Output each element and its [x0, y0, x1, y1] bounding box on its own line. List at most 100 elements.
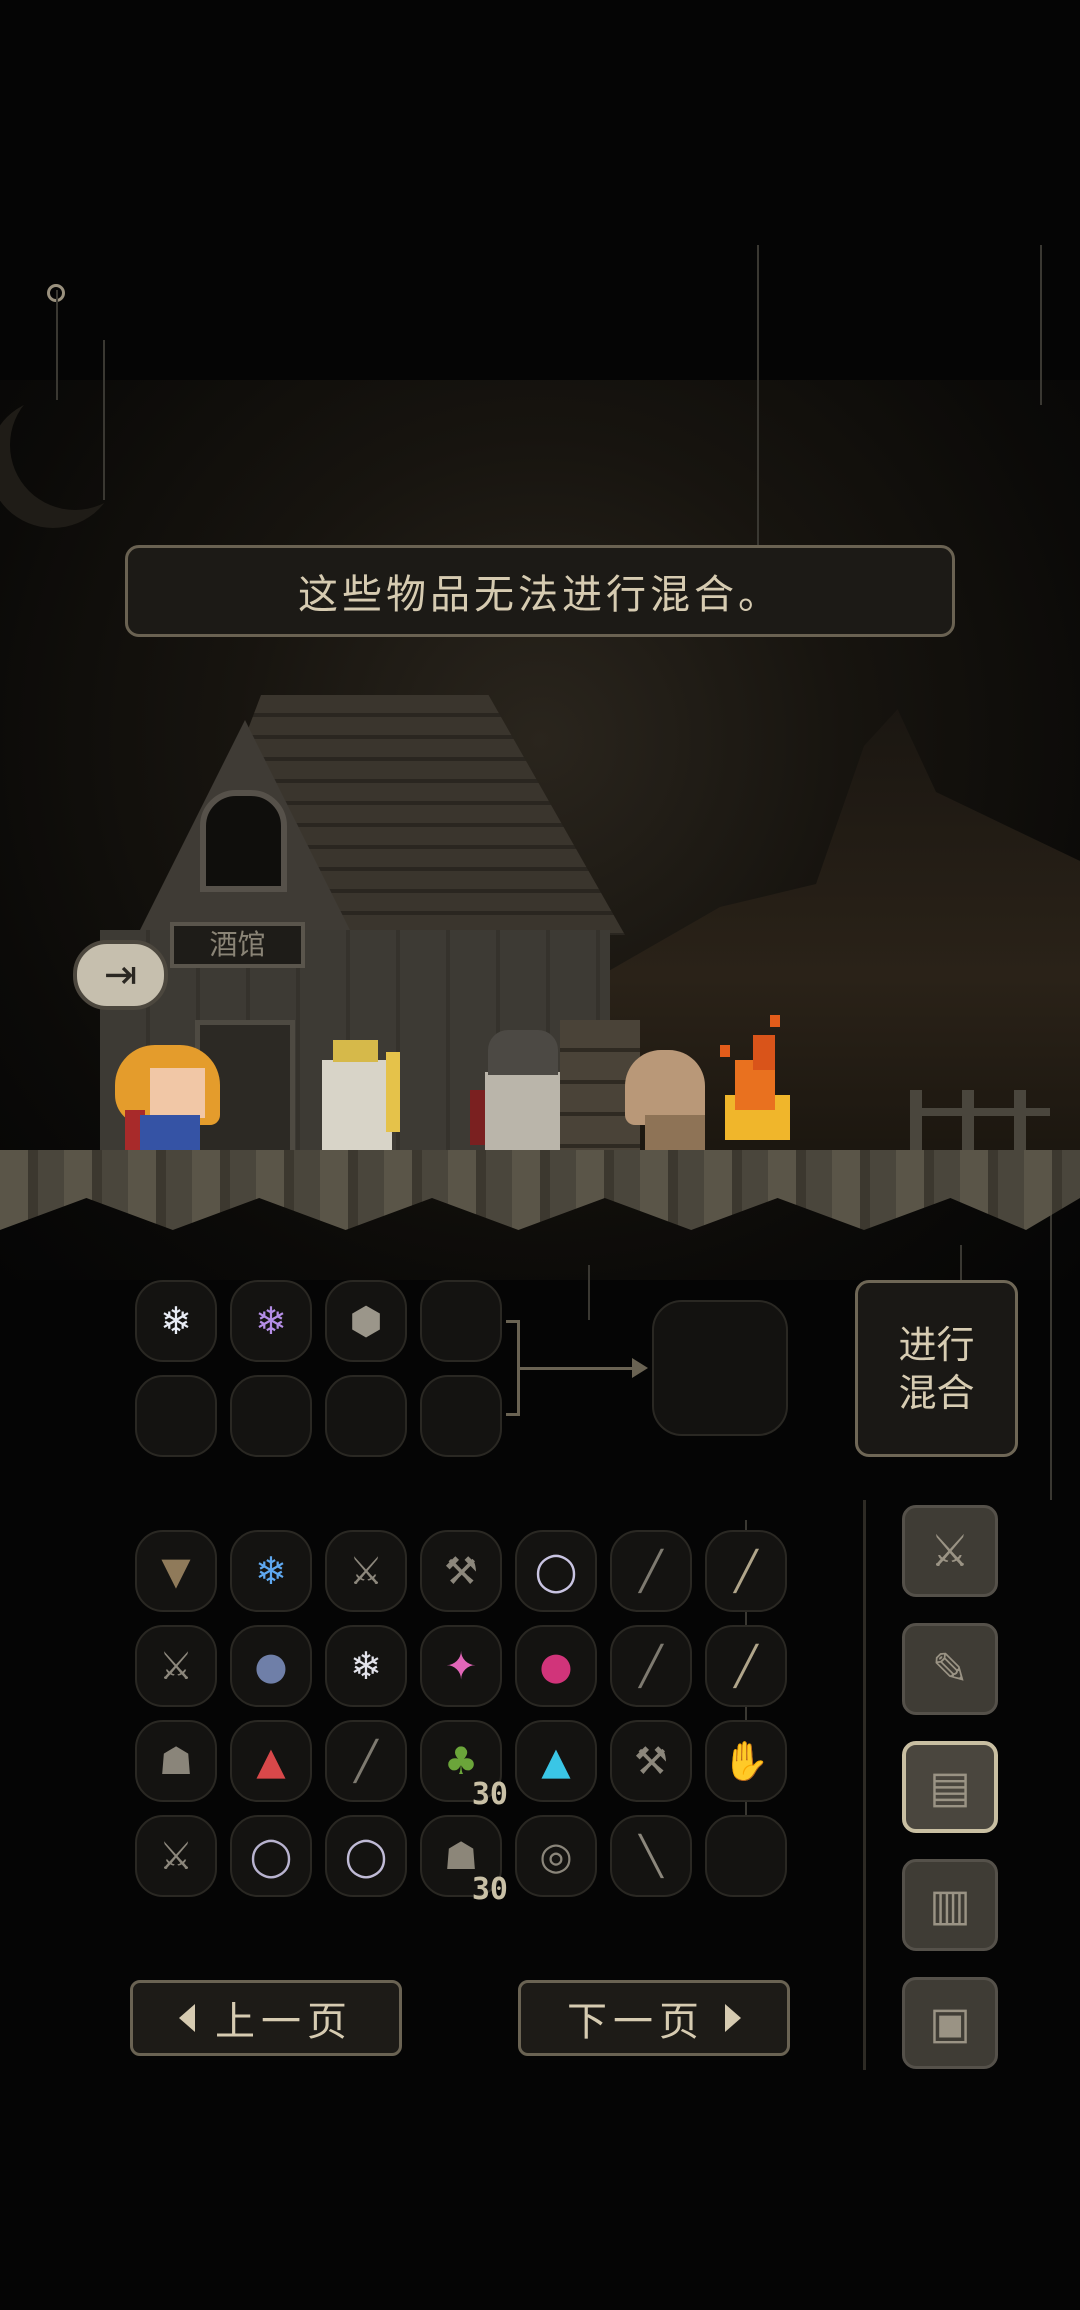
inventory-slot[interactable]: ◯ — [515, 1530, 597, 1612]
cyan-pyramid-icon: ▲ — [541, 1739, 571, 1783]
leather-armor-icon: ▼ — [161, 1549, 191, 1593]
campfire-icon — [715, 1015, 795, 1145]
dagger-icon: ╱ — [734, 1549, 758, 1593]
gauntlet-icon: ✋ — [722, 1738, 770, 1783]
side-tab-map[interactable]: ▤ — [902, 1741, 998, 1833]
rain-streak — [56, 290, 58, 400]
mix-slot-filled[interactable]: ❄ — [135, 1280, 217, 1362]
silver-ring-icon: ◯ — [249, 1834, 293, 1878]
mix-result-slot[interactable] — [652, 1300, 788, 1436]
inventory-slot[interactable]: ╱ — [325, 1720, 407, 1802]
dark-orbs-icon: ● — [254, 1644, 288, 1688]
rain-streak — [103, 340, 105, 500]
mix-button[interactable]: 进行 混合 — [855, 1280, 1018, 1457]
mix-slot-filled[interactable]: ⬢ — [325, 1280, 407, 1362]
villager-hair — [625, 1050, 705, 1125]
inventory-slot[interactable]: ╱ — [610, 1530, 692, 1612]
inventory-slot[interactable]: ● — [515, 1625, 597, 1707]
documents-icon: ▥ — [929, 1879, 971, 1931]
skull-helm-icon: ☗ — [158, 1739, 194, 1783]
map-icon: ▤ — [929, 1761, 971, 1813]
silver-ring-icon: ◯ — [344, 1834, 388, 1878]
inventory-slot-empty[interactable] — [705, 1815, 787, 1897]
inventory-slot[interactable]: ☗ — [135, 1720, 217, 1802]
knight-helmet — [488, 1030, 558, 1075]
inventory-slot[interactable]: ⚔ — [325, 1530, 407, 1612]
sword-icon: ╱ — [639, 1644, 663, 1688]
rain-streak — [1040, 245, 1042, 405]
inventory-slot[interactable]: ⚔ — [135, 1625, 217, 1707]
tavern-sign: 酒馆 — [170, 922, 305, 968]
axe-icon: ⚒ — [443, 1549, 479, 1593]
inventory-slot[interactable]: ✋ — [705, 1720, 787, 1802]
side-tab-crossed-swords[interactable]: ⚔ — [902, 1505, 998, 1597]
rifle-icon: ╲ — [639, 1834, 663, 1878]
inventory-slot[interactable]: ◯ — [230, 1815, 312, 1897]
crown-icon — [333, 1040, 378, 1062]
hero-body — [140, 1115, 200, 1151]
inventory-slot[interactable]: ⚔ — [135, 1815, 217, 1897]
inventory-slot[interactable]: ⚒ — [420, 1530, 502, 1612]
caret-left-icon — [179, 2004, 195, 2032]
inventory-slot[interactable]: ◯ — [325, 1815, 407, 1897]
knight-character — [485, 1072, 560, 1152]
pearl-necklace-icon: ◯ — [534, 1549, 578, 1593]
inventory-slot[interactable]: ╱ — [610, 1625, 692, 1707]
quill-scroll-icon: ✎ — [931, 1643, 969, 1695]
golden-sword-icon — [386, 1052, 400, 1132]
rain-streak — [757, 245, 759, 555]
mix-slot-filled[interactable]: ❄ — [230, 1280, 312, 1362]
villager-character — [645, 1115, 705, 1151]
inventory-slot[interactable]: ╱ — [705, 1530, 787, 1612]
inventory-slot[interactable]: ❄ — [325, 1625, 407, 1707]
inventory-slot[interactable]: ◎ — [515, 1815, 597, 1897]
inventory-slot[interactable]: ☗ 30 — [420, 1815, 508, 1907]
inventory-slot[interactable]: ✦ — [420, 1625, 502, 1707]
prev-page-button[interactable]: 上一页 — [130, 1980, 402, 2056]
inventory-slot[interactable]: ▲ — [515, 1720, 597, 1802]
side-tab-documents[interactable]: ▥ — [902, 1859, 998, 1951]
crossed-swords-icon: ⚔ — [930, 1525, 970, 1577]
trident-icon: ⚔ — [158, 1644, 194, 1688]
red-pyramid-icon: ▲ — [256, 1739, 286, 1783]
next-page-button[interactable]: 下一页 — [518, 1980, 790, 2056]
ore-chunk-icon: ⬢ — [349, 1299, 383, 1343]
trident-icon: ⚔ — [158, 1834, 194, 1878]
inventory-slot[interactable]: ▲ — [230, 1720, 312, 1802]
mix-slot-empty[interactable] — [420, 1375, 502, 1457]
inventory-slot[interactable]: ▼ — [135, 1530, 217, 1612]
mix-slot-empty[interactable] — [325, 1375, 407, 1457]
inventory-slot[interactable]: ╱ — [705, 1625, 787, 1707]
inventory-slot[interactable]: ⚒ — [610, 1720, 692, 1802]
mix-slot-empty[interactable] — [230, 1375, 312, 1457]
blue-crystal-icon: ❄ — [255, 1549, 287, 1593]
halberd-icon: ⚒ — [633, 1739, 669, 1783]
magenta-orbs-icon: ● — [539, 1644, 573, 1688]
item-quantity: 30 — [471, 1777, 508, 1812]
arrow-right-icon — [632, 1358, 648, 1378]
tavern-window — [200, 790, 287, 892]
hero-face — [150, 1068, 205, 1118]
inventory-slot[interactable]: ╲ — [610, 1815, 692, 1897]
inventory-slot[interactable]: ● — [230, 1625, 312, 1707]
rainbow-gems-icon: ✦ — [445, 1644, 477, 1688]
message-banner: 这些物品无法进行混合。 — [125, 545, 955, 637]
king-character — [322, 1060, 392, 1150]
computer-icon: ▣ — [929, 1997, 971, 2049]
mix-slot-empty[interactable] — [135, 1375, 217, 1457]
purple-crystal-icon: ❄ — [255, 1299, 287, 1343]
inventory-slot[interactable]: ❄ — [230, 1530, 312, 1612]
caret-right-icon — [725, 2004, 741, 2032]
rain-streak — [588, 1265, 590, 1320]
mix-bracket — [506, 1320, 520, 1416]
sword-icon: ╱ — [354, 1739, 378, 1783]
mix-slot-empty[interactable] — [420, 1280, 502, 1362]
white-crystal-icon: ❄ — [350, 1644, 382, 1688]
crescent-moon — [10, 380, 140, 510]
prev-page-label: 上一页 — [215, 1999, 353, 2045]
item-quantity: 30 — [471, 1872, 508, 1907]
side-tab-computer[interactable]: ▣ — [902, 1977, 998, 2069]
side-tab-quill-scroll[interactable]: ✎ — [902, 1623, 998, 1715]
inventory-slot[interactable]: ♣ 30 — [420, 1720, 508, 1812]
exit-icon[interactable]: ⇥ — [73, 940, 168, 1010]
